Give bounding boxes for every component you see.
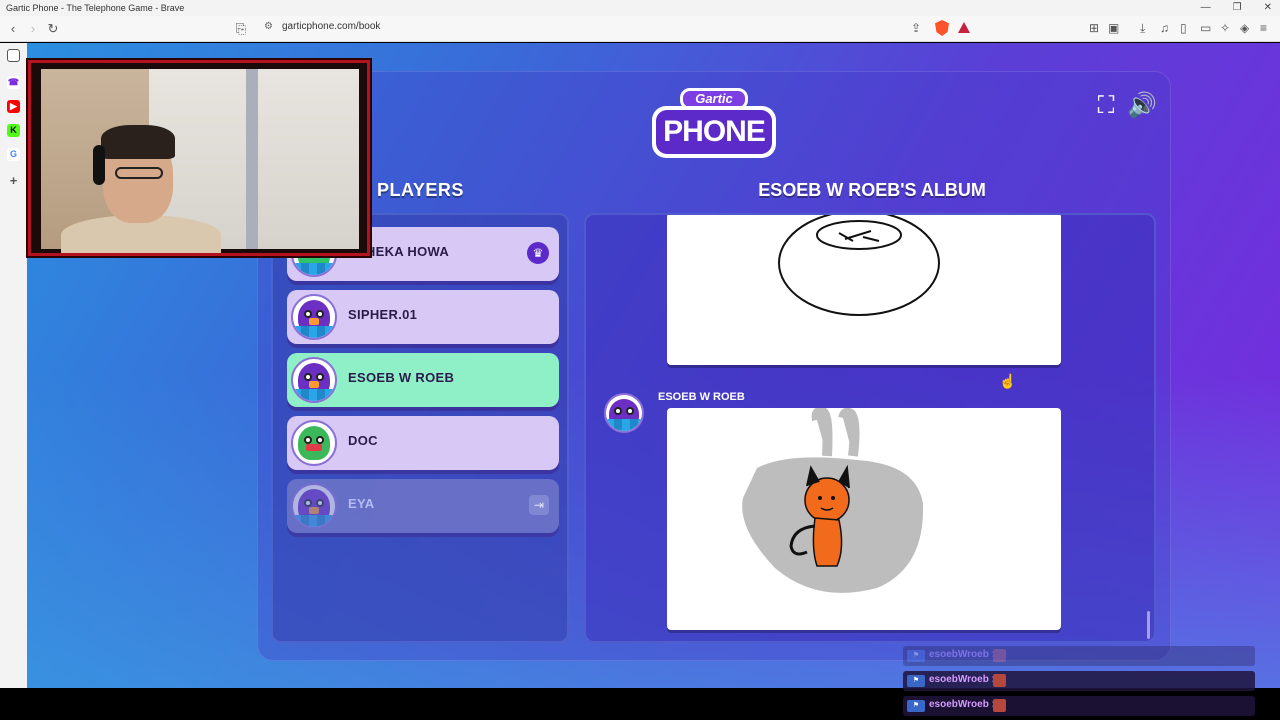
bookmark-icon[interactable]: ⎘: [233, 21, 249, 37]
close-window-button[interactable]: ✕: [1264, 0, 1272, 16]
extensions-icon[interactable]: ⊞: [1089, 21, 1099, 35]
media-icon[interactable]: ♫: [1160, 21, 1169, 35]
chat-username: esoebWroeb :: [929, 674, 995, 685]
browser-sidebar: ☎ ▶ K G +: [0, 43, 27, 688]
address-bar[interactable]: ⚙ garticphone.com/book: [258, 20, 978, 38]
window-title: Gartic Phone - The Telephone Game - Brav…: [6, 3, 185, 13]
cat-sketch-drawing: [778, 215, 940, 316]
logo-main: PHONE: [652, 106, 776, 158]
menu-icon[interactable]: ≡: [1260, 21, 1267, 35]
crown-icon: ♛: [527, 242, 549, 264]
url-text[interactable]: garticphone.com/book: [282, 21, 380, 32]
back-icon[interactable]: ‹: [5, 21, 21, 37]
author-avatar: [604, 393, 644, 433]
add-icon[interactable]: +: [7, 174, 20, 187]
chat-emote-icon: [993, 674, 1006, 687]
screenshot-icon[interactable]: ▣: [1108, 21, 1119, 35]
sound-icon[interactable]: 🔊: [1127, 93, 1157, 119]
hand-cursor-icon: ☝: [999, 373, 1017, 389]
forward-icon[interactable]: ›: [25, 21, 41, 37]
brave-rewards-icon[interactable]: [958, 22, 970, 33]
album-title: ESOEB W ROEB'S ALBUM: [758, 180, 986, 200]
players-title: PLAYERS: [377, 180, 464, 200]
browser-toolbar: ‹ › ↻ ⎘ ⚙ garticphone.com/book ⇪ ⊞ ▣ ⤓ ♫…: [0, 16, 1280, 42]
chat-emote-icon: [993, 649, 1006, 662]
reload-icon[interactable]: ↻: [45, 21, 61, 37]
logo-main-text: PHONE: [656, 110, 772, 154]
entry-author-name: ESOEB W ROEB: [658, 391, 745, 403]
minimize-button[interactable]: —: [1201, 0, 1211, 16]
player-name: SIPHER.01: [348, 307, 418, 322]
players-panel: ALHEKA HOWA ♛ SIPHER.01 ESOEB W ROEB DOC…: [271, 213, 569, 643]
chat-message: ⚑ esoebWroeb :: [903, 646, 1255, 666]
drawing-card: [667, 406, 1061, 630]
chat-emote-icon: [993, 699, 1006, 712]
player-name: ESOEB W ROEB: [348, 370, 455, 385]
restore-button[interactable]: ❐: [1233, 0, 1242, 16]
player-name: EYA: [348, 496, 375, 511]
kick-icon[interactable]: K: [7, 124, 20, 137]
drawing-card: [667, 215, 1061, 365]
orange-cat-drawing: [742, 406, 924, 593]
window-titlebar: Gartic Phone - The Telephone Game - Brav…: [0, 0, 1280, 16]
sidebar-toggle-icon[interactable]: ▯: [1180, 21, 1187, 35]
player-name: DOC: [348, 433, 378, 448]
vpn-icon[interactable]: ◈: [1240, 21, 1249, 35]
player-card[interactable]: DOC: [287, 416, 559, 470]
wallet-icon[interactable]: ▭: [1200, 21, 1211, 35]
player-card[interactable]: SIPHER.01: [287, 290, 559, 344]
player-avatar: [291, 294, 337, 340]
site-info-icon[interactable]: ⚙: [264, 21, 273, 32]
google-icon[interactable]: G: [7, 148, 20, 161]
player-card-active[interactable]: ESOEB W ROEB: [287, 353, 559, 407]
player-avatar: [291, 420, 337, 466]
gartic-icon[interactable]: ☎: [7, 76, 20, 89]
chat-message: ⚑ esoebWroeb :: [903, 671, 1255, 691]
download-icon[interactable]: ⤓: [1140, 21, 1145, 36]
chat-badge-icon: ⚑: [907, 650, 925, 662]
player-avatar: [291, 357, 337, 403]
webcam-overlay: [28, 60, 370, 256]
gartic-phone-logo: Gartic PHONE: [652, 88, 776, 164]
player-card-away[interactable]: EYA ⇥: [287, 479, 559, 533]
share-icon[interactable]: ⇪: [911, 21, 921, 35]
window-controls: — ❐ ✕: [1201, 0, 1272, 16]
chat-badge-icon: ⚑: [907, 700, 925, 712]
chat-badge-icon: ⚑: [907, 675, 925, 687]
fullscreen-icon[interactable]: ⛶: [1093, 93, 1119, 119]
chat-username: esoebWroeb :: [929, 649, 995, 660]
album-scrollbar[interactable]: [1147, 611, 1150, 639]
exit-icon: ⇥: [529, 495, 549, 515]
chat-username: esoebWroeb :: [929, 699, 995, 710]
album-panel: ESOEB W ROEB: [584, 213, 1156, 643]
youtube-icon[interactable]: ▶: [7, 100, 20, 113]
panel-icon[interactable]: [7, 49, 20, 62]
chat-message: ⚑ esoebWroeb :: [903, 696, 1255, 716]
leo-icon[interactable]: ✧: [1220, 21, 1230, 35]
player-avatar: [291, 483, 337, 529]
